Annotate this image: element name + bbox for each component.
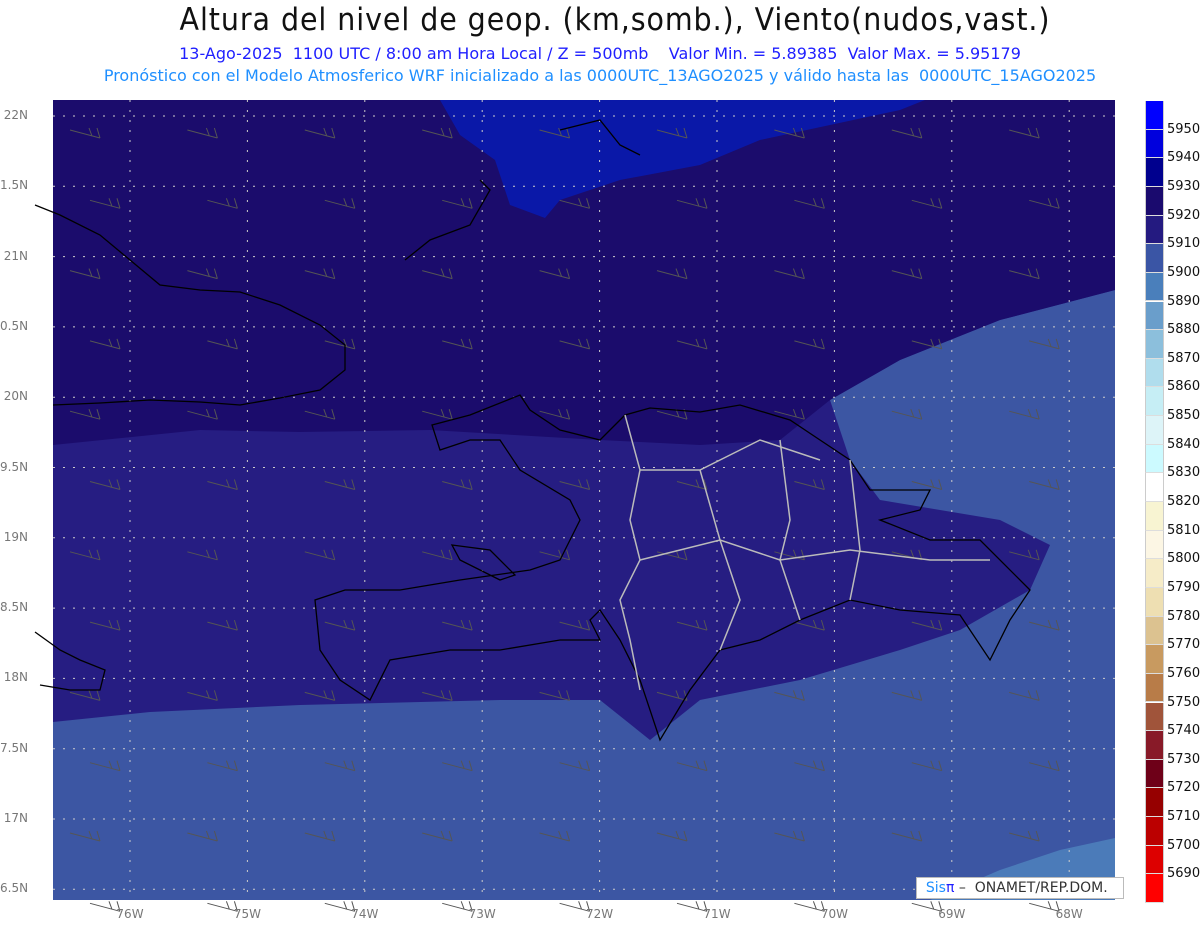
colorbar-swatch xyxy=(1145,559,1164,588)
colorbar-swatch xyxy=(1145,845,1164,875)
colorbar-label: 5890 xyxy=(1167,293,1200,309)
lon-label: 70W xyxy=(820,907,848,921)
colorbar-swatch xyxy=(1145,101,1164,130)
colorbar-swatch xyxy=(1145,702,1164,732)
colorbar-swatch xyxy=(1145,301,1164,331)
colorbar-swatch xyxy=(1145,788,1164,818)
lon-label: 74W xyxy=(351,907,379,921)
colorbar-label: 5900 xyxy=(1167,264,1200,280)
colorbar-swatch xyxy=(1145,186,1164,216)
colorbar-swatch xyxy=(1145,759,1164,789)
colorbar-swatch xyxy=(1145,387,1164,417)
lat-label: 7.5N xyxy=(0,740,29,755)
colorbar-label: 5940 xyxy=(1167,150,1200,166)
colorbar-swatch xyxy=(1145,215,1164,245)
lon-label: 72W xyxy=(586,907,614,921)
lat-label: 1.5N xyxy=(0,178,29,193)
lat-label: 8.5N xyxy=(0,600,29,615)
colorbar-label: 5860 xyxy=(1167,379,1200,395)
lat-label: 0.5N xyxy=(0,318,29,333)
colorbar-label: 5720 xyxy=(1167,780,1200,796)
colorbar-label: 5840 xyxy=(1167,436,1200,452)
colorbar-label: 5740 xyxy=(1167,723,1200,739)
lat-label: 22N xyxy=(3,108,28,122)
colorbar-swatch xyxy=(1145,673,1164,703)
colorbar-swatch xyxy=(1145,874,1164,903)
colorbar-swatch xyxy=(1145,416,1164,445)
colorbar-label: 5730 xyxy=(1167,751,1200,767)
colorbar-label: 5830 xyxy=(1167,465,1200,481)
lat-label: 19N xyxy=(3,529,28,544)
colorbar-label: 5870 xyxy=(1167,350,1200,366)
colorbar-label: 5710 xyxy=(1167,809,1200,825)
colorbar-swatch xyxy=(1145,645,1164,674)
colorbar-label: 5780 xyxy=(1167,608,1200,624)
colorbar-label: 5810 xyxy=(1167,522,1200,538)
colorbar-label: 5770 xyxy=(1167,637,1200,653)
colorbar-swatch xyxy=(1145,272,1164,302)
colorbar-label: 5910 xyxy=(1167,236,1200,252)
colorbar-label: 5880 xyxy=(1167,322,1200,338)
colorbar-label: 5930 xyxy=(1167,178,1200,194)
lon-label: 68W xyxy=(1055,907,1083,921)
colorbar-swatch xyxy=(1145,817,1164,846)
colorbar-swatch xyxy=(1145,731,1164,760)
colorbar-label: 5850 xyxy=(1167,408,1200,424)
colorbar-label: 5790 xyxy=(1167,579,1200,595)
colorbar-label: 5690 xyxy=(1167,866,1200,882)
lon-label: 75W xyxy=(233,907,261,921)
colorbar-label: 5700 xyxy=(1167,837,1200,853)
lat-label: 9.5N xyxy=(0,459,29,474)
onamet-logo: Sisπ – ONAMET/REP.DOM. xyxy=(916,877,1124,899)
lat-label: 17N xyxy=(3,811,28,825)
map-plot xyxy=(34,100,1115,912)
colorbar-swatch xyxy=(1145,530,1164,560)
colorbar-swatch xyxy=(1145,129,1164,159)
colorbar-swatch xyxy=(1145,473,1164,502)
colorbar-label: 5750 xyxy=(1167,694,1200,710)
colorbar-swatch xyxy=(1145,502,1164,531)
lat-label: 21N xyxy=(3,248,28,263)
lat-label: 20N xyxy=(3,389,28,404)
lon-label: 69W xyxy=(938,907,966,921)
colorbar-label: 5950 xyxy=(1167,121,1200,137)
lon-label: 73W xyxy=(468,907,496,921)
lat-label: 18N xyxy=(3,670,28,685)
colorbar-label: 5800 xyxy=(1167,551,1200,567)
colorbar-swatch xyxy=(1145,158,1164,187)
colorbar-swatch xyxy=(1145,616,1164,646)
colorbar-label: 5820 xyxy=(1167,494,1200,509)
lon-label: 76W xyxy=(116,907,144,921)
lon-label: 71W xyxy=(703,907,731,921)
lat-label: 6.5N xyxy=(0,881,29,896)
colorbar-swatch xyxy=(1145,444,1164,474)
colorbar-swatch xyxy=(1145,244,1164,273)
colorbar-label: 5760 xyxy=(1167,665,1200,681)
colorbar-swatch xyxy=(1145,330,1164,359)
colorbar-swatch xyxy=(1145,358,1164,388)
colorbar-swatch xyxy=(1145,587,1164,617)
colorbar-label: 5920 xyxy=(1167,207,1200,223)
